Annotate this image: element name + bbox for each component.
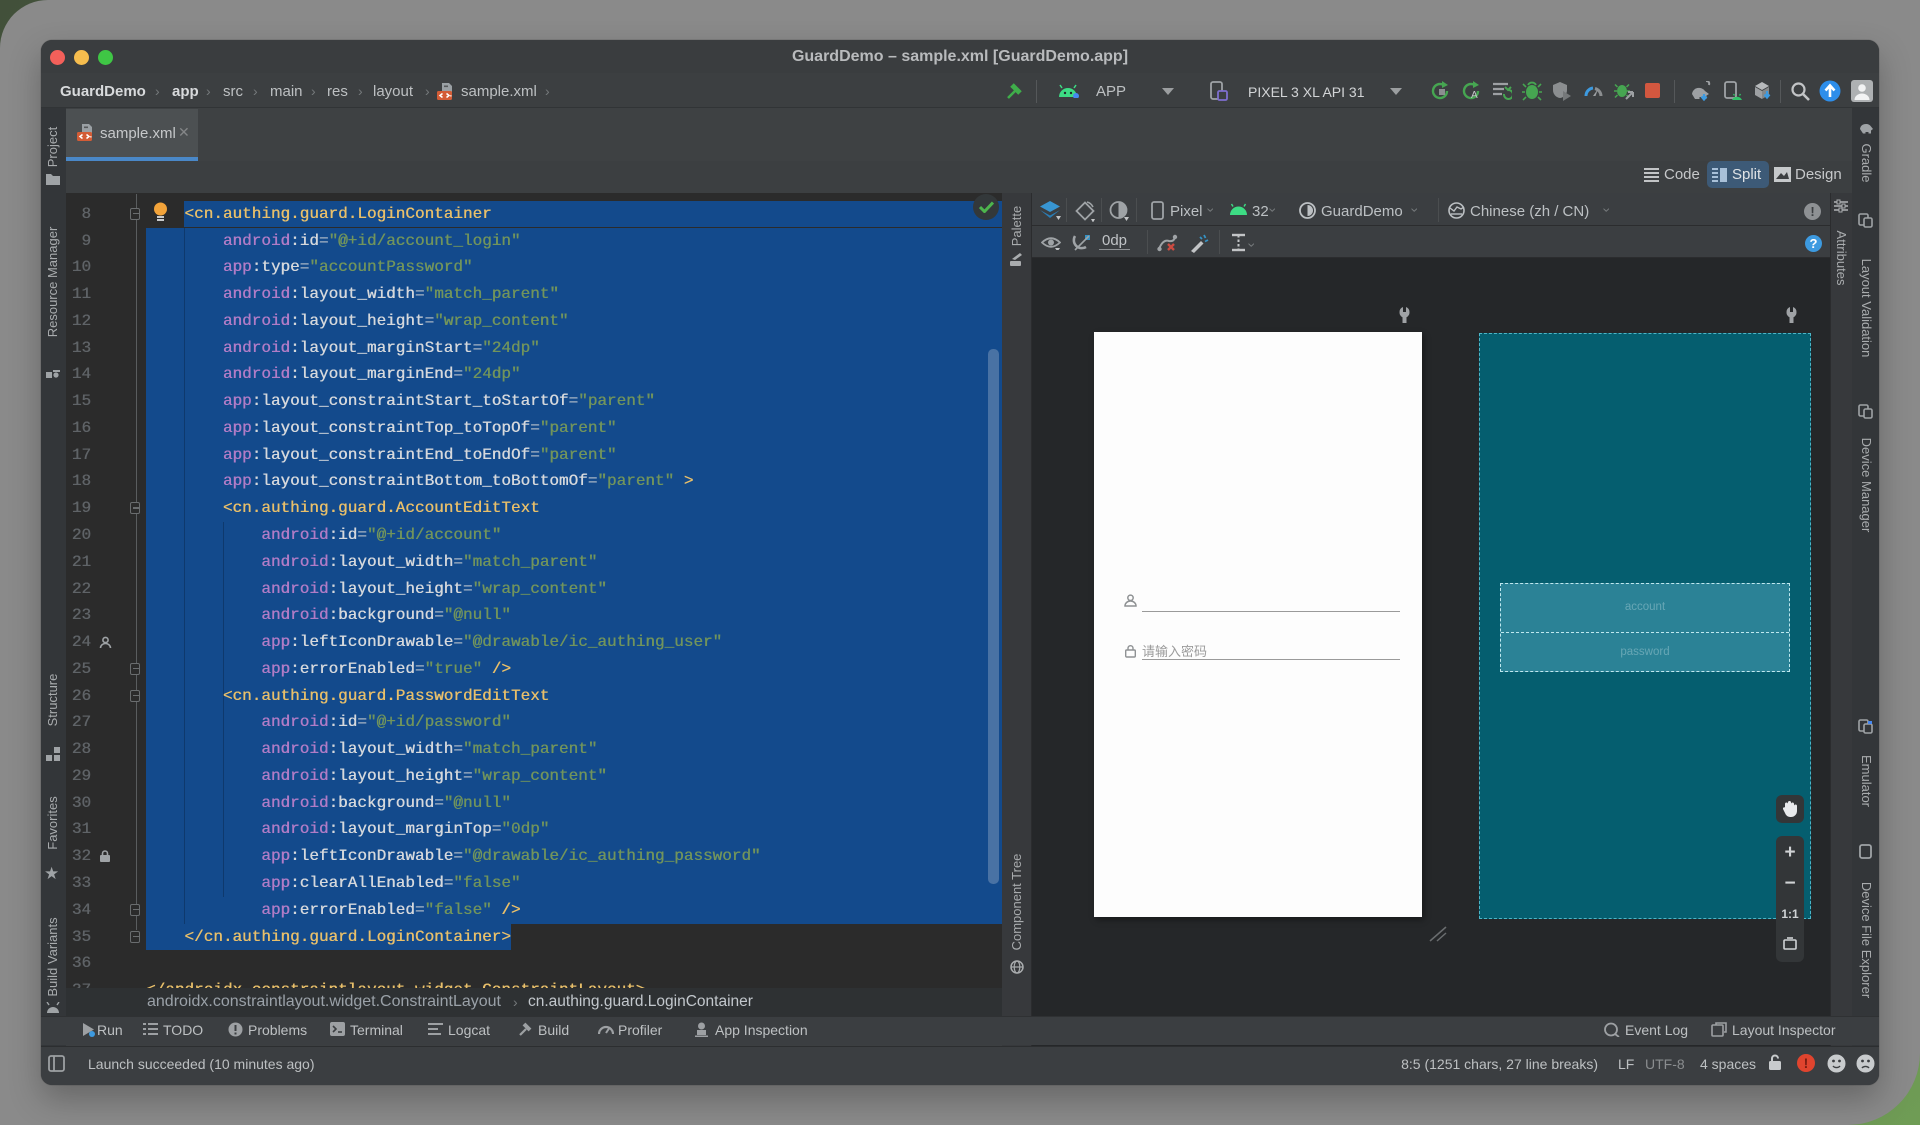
svg-text:A: A [1471, 90, 1478, 101]
